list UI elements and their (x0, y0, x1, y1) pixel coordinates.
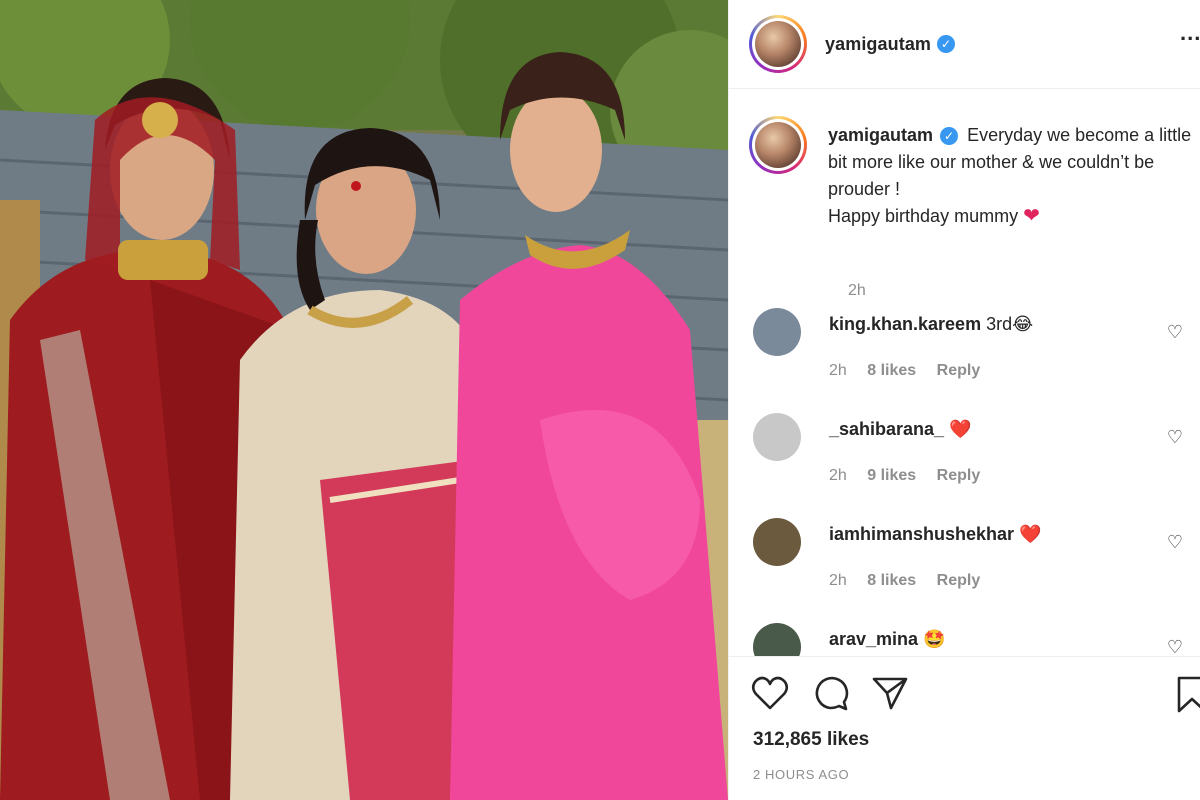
caption-timestamp: 2h (848, 282, 866, 299)
reply-button[interactable]: Reply (937, 572, 981, 589)
comments-section[interactable]: yamigautam ✓ Everyday we become a little… (729, 90, 1200, 656)
comment-time: 2h (829, 572, 847, 589)
comment-item: iamhimanshushekhar ❤️ 2h 8 likes Reply ♡ (753, 518, 1183, 598)
caption-avatar[interactable] (749, 116, 807, 174)
post-header: yamigautam ✓ ... (729, 0, 1200, 89)
commenter-avatar[interactable] (753, 623, 801, 656)
post-actions: 312,865 likes 2 HOURS AGO (729, 656, 1200, 800)
comment-item: _sahibarana_ ❤️ 2h 9 likes Reply ♡ (753, 413, 1183, 493)
bookmark-icon[interactable] (1175, 675, 1200, 713)
commenter-avatar[interactable] (753, 518, 801, 566)
like-comment-icon[interactable]: ♡ (1167, 637, 1183, 656)
comment-icon[interactable] (811, 675, 849, 711)
comment-item: king.khan.kareem 3rd😂 2h 8 likes Reply ♡ (753, 308, 1183, 388)
comment-username[interactable]: arav_mina (829, 629, 918, 649)
likes-count[interactable]: 312,865 likes (753, 729, 869, 751)
post-side-panel: yamigautam ✓ ... yamigautam ✓ Everyday w… (728, 0, 1200, 800)
verified-badge-icon: ✓ (937, 35, 956, 53)
post-photo[interactable] (0, 0, 728, 800)
comment-text: 🤩 (923, 629, 946, 649)
reply-button[interactable]: Reply (937, 467, 981, 484)
like-comment-icon[interactable]: ♡ (1167, 532, 1183, 553)
comment-text: ❤️ (1019, 524, 1042, 544)
comment-username[interactable]: king.khan.kareem (829, 314, 981, 334)
heart-icon[interactable] (751, 675, 789, 711)
reply-button[interactable]: Reply (937, 362, 981, 379)
share-icon[interactable] (871, 675, 909, 711)
caption-text: yamigautam ✓ Everyday we become a little… (828, 122, 1198, 230)
comment-likes[interactable]: 8 likes (867, 572, 916, 589)
comment-item: arav_mina 🤩 ♡ (753, 623, 1183, 656)
photo-illustration (0, 0, 728, 800)
comment-text: 3rd😂 (986, 314, 1034, 334)
comment-username[interactable]: iamhimanshushekhar (829, 524, 1014, 544)
comment-username[interactable]: _sahibarana_ (829, 419, 944, 439)
comment-likes[interactable]: 8 likes (867, 362, 916, 379)
comment-time: 2h (829, 467, 847, 484)
red-heart-icon: ❤ (1023, 205, 1040, 227)
comment-time: 2h (829, 362, 847, 379)
commenter-avatar[interactable] (753, 308, 801, 356)
profile-avatar[interactable] (749, 15, 807, 73)
verified-badge-icon: ✓ (940, 127, 959, 146)
comment-likes[interactable]: 9 likes (867, 467, 916, 484)
more-options-icon[interactable]: ... (1180, 20, 1200, 46)
post-timestamp: 2 HOURS AGO (753, 767, 850, 782)
caption-username[interactable]: yamigautam (828, 125, 933, 145)
like-comment-icon[interactable]: ♡ (1167, 322, 1183, 343)
commenter-avatar[interactable] (753, 413, 801, 461)
like-comment-icon[interactable]: ♡ (1167, 427, 1183, 448)
comment-text: ❤️ (949, 419, 972, 439)
caption-line2: Happy birthday mummy (828, 206, 1019, 226)
action-icons (751, 675, 1200, 715)
header-username[interactable]: yamigautam (825, 34, 931, 55)
